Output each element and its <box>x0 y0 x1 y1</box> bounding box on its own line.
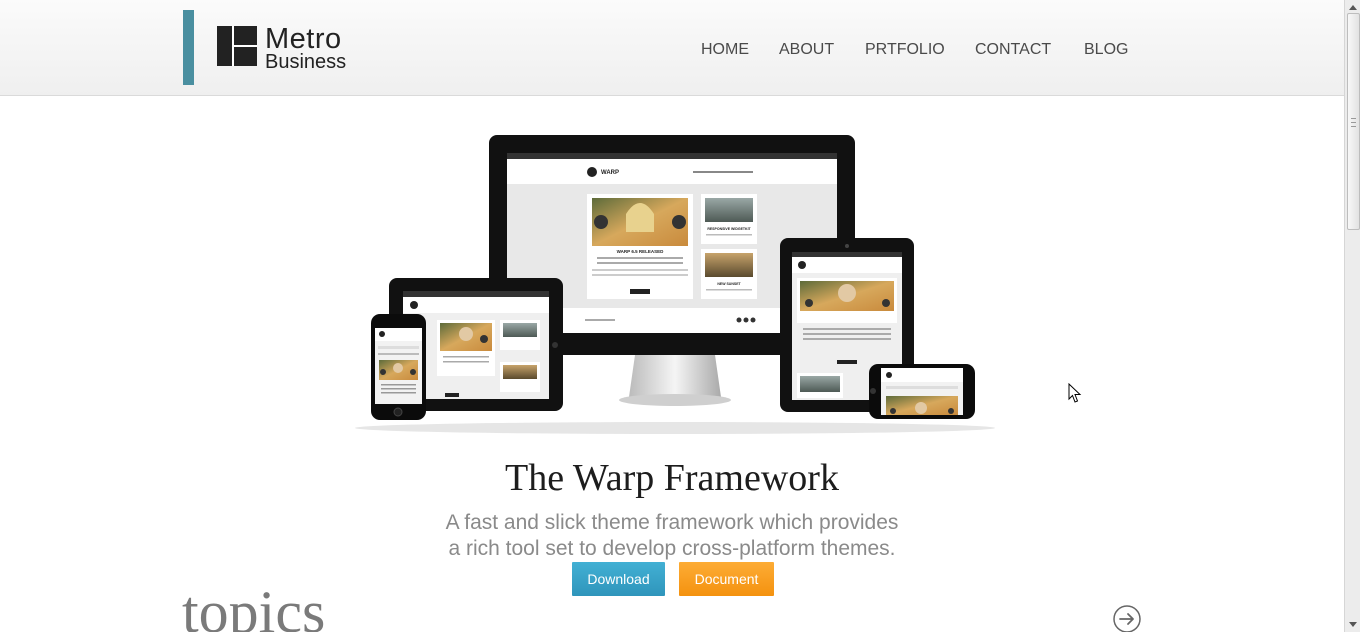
monitor-brand: WARP <box>601 170 619 176</box>
mouse-cursor-icon <box>1068 383 1082 403</box>
nav-item-portfolio[interactable]: PRTFOLIO <box>865 41 945 59</box>
download-button[interactable]: Download <box>572 562 665 596</box>
main-nav: HOME ABOUT PRTFOLIO CONTACT BLOG <box>0 41 1344 61</box>
document-button[interactable]: Document <box>679 562 774 596</box>
scrollbar-thumb[interactable] <box>1347 13 1360 230</box>
scroll-up-arrow-icon[interactable] <box>1349 5 1357 10</box>
hero-subtitle-line1: A fast and slick theme framework which p… <box>445 511 899 534</box>
nav-item-about[interactable]: ABOUT <box>779 41 834 59</box>
hero-subtitle: A fast and slick theme framework which p… <box>0 510 1344 562</box>
vertical-scrollbar[interactable] <box>1344 0 1360 632</box>
hero-subtitle-line2: a rich tool set to develop cross-platfor… <box>448 537 896 560</box>
circle-arrow-right-icon[interactable] <box>1113 605 1141 632</box>
nav-item-contact[interactable]: CONTACT <box>975 41 1051 59</box>
monitor-side-title1: RESPONSIVE WIDGETKIT <box>707 227 751 231</box>
hero-devices-image: WARP WARP 6.5 RELEASED RESPONSIVE WIDGET… <box>355 135 995 434</box>
topics-heading: topics <box>182 579 326 632</box>
monitor-side-title2: NEW SUNSET <box>717 282 741 286</box>
monitor-headline: WARP 6.5 RELEASED <box>617 249 664 254</box>
hero-title: The Warp Framework <box>505 457 839 499</box>
scrollbar-grip-icon <box>1351 118 1356 127</box>
site-header: Metro Business HOME ABOUT PRTFOLIO CONTA… <box>0 0 1344 96</box>
page: Metro Business HOME ABOUT PRTFOLIO CONTA… <box>0 0 1360 632</box>
nav-item-blog[interactable]: BLOG <box>1084 41 1128 59</box>
nav-item-home[interactable]: HOME <box>701 41 749 59</box>
scroll-down-arrow-icon[interactable] <box>1349 622 1357 627</box>
